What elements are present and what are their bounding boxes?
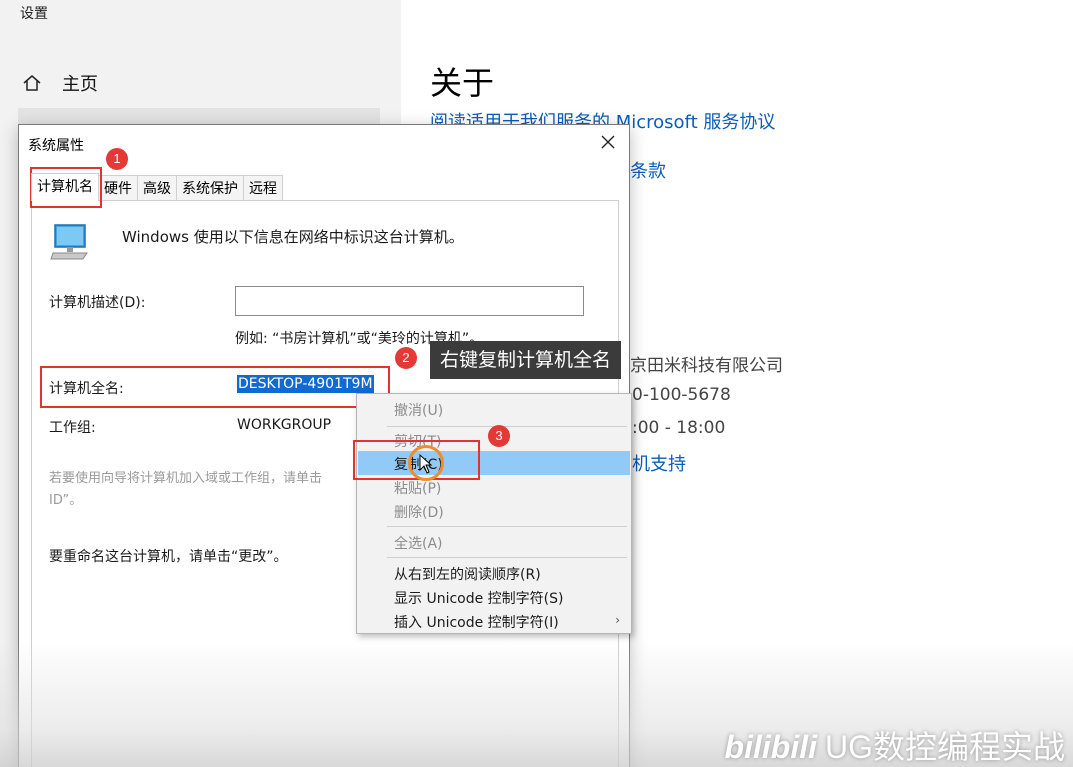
company-text: 京田米科技有限公司	[630, 356, 783, 376]
wizard-text-cont: ID”。	[49, 493, 83, 508]
intro-text: Windows 使用以下信息在网络中标识这台计算机。	[122, 228, 464, 246]
menu-item-delete[interactable]: 删除(D)	[358, 499, 630, 523]
tab-hardware[interactable]: 硬件	[98, 175, 138, 201]
rename-text: 要重命名这台计算机，请单击“更改”。	[49, 549, 288, 565]
sidebar-item-home[interactable]: 主页	[22, 70, 98, 96]
dialog-title: 系统属性	[28, 138, 84, 154]
sidebar-selected-strip	[18, 108, 380, 124]
tab-advanced[interactable]: 高级	[137, 175, 177, 201]
watermark: bilibili UG数控编程实战	[725, 722, 1065, 767]
menu-separator	[387, 526, 627, 527]
menu-separator	[387, 426, 627, 427]
computer-icon	[50, 224, 88, 260]
menu-item-undo[interactable]: 撤消(U)	[358, 397, 630, 421]
tab-remote[interactable]: 远程	[243, 175, 283, 201]
support-link[interactable]: 机支持	[632, 450, 686, 476]
computer-description-input[interactable]	[235, 286, 584, 316]
sidebar-item-label: 主页	[62, 74, 98, 95]
chevron-right-icon: ›	[615, 613, 620, 627]
step-badge-1: 1	[106, 148, 128, 170]
step-badge-2: 2	[395, 347, 417, 369]
tab-bar: 计算机名 硬件 高级 系统保护 远程	[31, 173, 283, 201]
terms-link[interactable]: 条款	[630, 157, 666, 183]
instruction-tooltip: 右键复制计算机全名	[430, 341, 622, 379]
highlight-box-fullname	[40, 366, 390, 408]
menu-item-show-unicode[interactable]: 显示 Unicode 控制字符(S)	[358, 585, 630, 609]
phone-text: 0-100-5678	[632, 385, 731, 405]
description-label: 计算机描述(D):	[49, 295, 146, 311]
mouse-pointer-icon	[419, 454, 433, 474]
step-badge-3: 3	[488, 425, 510, 447]
workgroup-label: 工作组:	[49, 420, 96, 436]
wizard-text: 若要使用向导将计算机加入域或工作组，请单击	[49, 471, 323, 486]
tab-computer-name[interactable]: 计算机名	[31, 173, 99, 201]
watermark-text: UG数控编程实战	[824, 729, 1065, 765]
hours-text: :00 - 18:00	[632, 418, 726, 438]
close-icon[interactable]	[599, 133, 617, 151]
menu-item-insert-unicode[interactable]: 插入 Unicode 控制字符(I) ›	[358, 609, 630, 633]
menu-separator	[387, 557, 627, 558]
tab-system-protection[interactable]: 系统保护	[176, 175, 244, 201]
home-icon	[23, 75, 41, 91]
menu-item-select-all[interactable]: 全选(A)	[358, 530, 630, 554]
page-title: 关于	[430, 64, 495, 102]
app-title: 设置	[20, 6, 48, 22]
menu-item-rtl-reading-order[interactable]: 从右到左的阅读顺序(R)	[358, 561, 630, 585]
bilibili-logo: bilibili	[724, 729, 817, 765]
workgroup-value: WORKGROUP	[237, 417, 332, 433]
